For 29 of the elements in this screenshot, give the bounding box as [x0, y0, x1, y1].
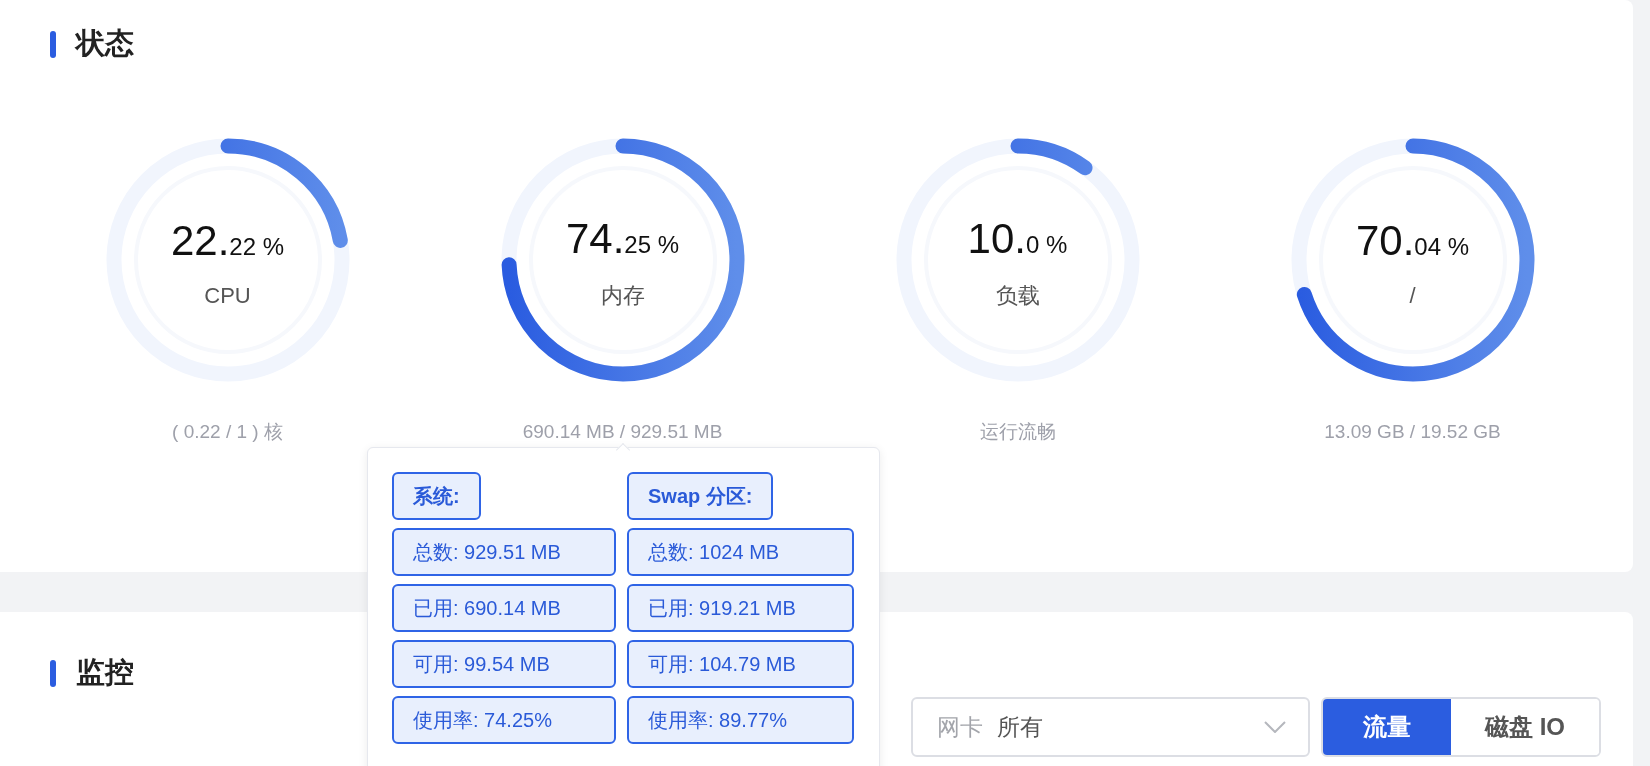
tooltip-header: 系统: [392, 472, 481, 520]
tooltip-header: Swap 分区: [627, 472, 774, 520]
gauge-label: CPU [204, 283, 251, 309]
tooltip-stat: 已用: 690.14 MB [392, 584, 616, 632]
network-card-select[interactable]: 网卡 所有 [911, 697, 1310, 757]
tooltip-stat: 使用率: 89.77% [627, 696, 854, 744]
title-accent-bar [50, 30, 56, 58]
gauge-label: 内存 [600, 282, 645, 310]
gauge-detail: 13.09 GB / 19.52 GB [1324, 422, 1501, 441]
tooltip-stat: 已用: 919.21 MB [627, 584, 854, 632]
gauge-detail: 690.14 MB / 929.51 MB [522, 422, 723, 441]
tooltip-stat: 可用: 99.54 MB [392, 640, 616, 688]
section-title: 状态 [76, 26, 134, 61]
tooltip-stat: 总数: 1024 MB [627, 528, 854, 576]
gauge-value: 10.0 % [967, 215, 1068, 263]
gauge-value: 70.04 % [1355, 217, 1470, 265]
gauge-detail: ( 0.22 / 1 ) 核 [172, 422, 283, 441]
title-accent-bar [50, 659, 56, 687]
gauge-value: 74.25 % [565, 215, 680, 263]
gauge-detail: 运行流畅 [979, 422, 1056, 441]
section-title: 监控 [76, 655, 134, 690]
tooltip-stat: 可用: 104.79 MB [627, 640, 854, 688]
gauge-label: 负载 [995, 282, 1040, 310]
tooltip-stat: 总数: 929.51 MB [392, 528, 616, 576]
gauge-label: / [1409, 283, 1416, 309]
tooltip-stat: 使用率: 74.25% [392, 696, 616, 744]
gauge-value: 22.22 % [170, 217, 285, 265]
segment-tab[interactable]: 流量 [1323, 699, 1451, 755]
chevron-down-icon [1264, 721, 1286, 733]
